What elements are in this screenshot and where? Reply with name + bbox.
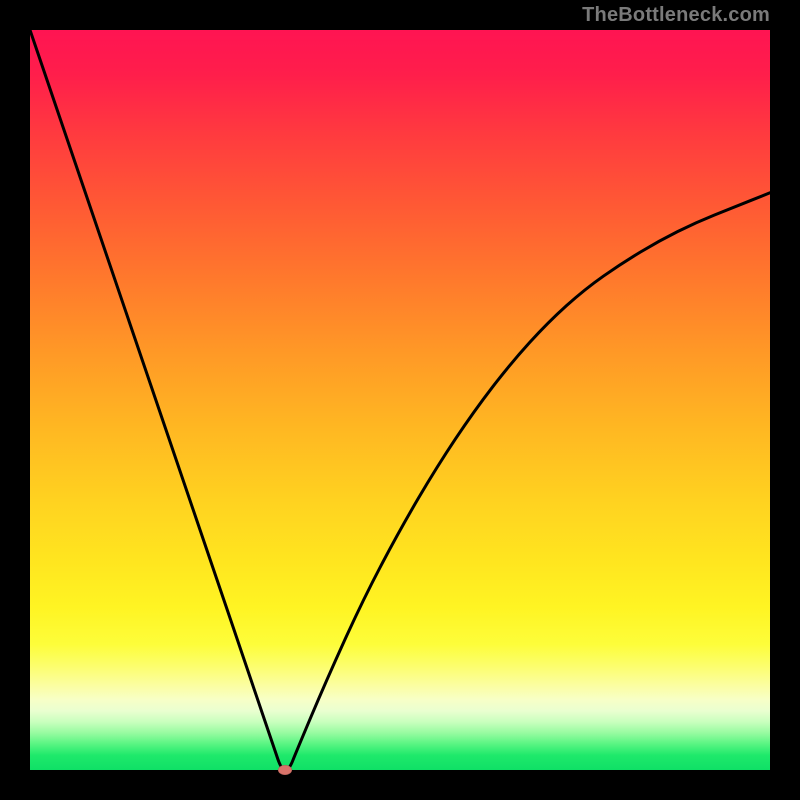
chart-frame: TheBottleneck.com (0, 0, 800, 800)
chart-svg (30, 30, 770, 770)
watermark-text: TheBottleneck.com (582, 4, 770, 27)
bottleneck-curve-path (30, 30, 770, 770)
minimum-marker (278, 765, 292, 775)
plot-area (30, 30, 770, 770)
